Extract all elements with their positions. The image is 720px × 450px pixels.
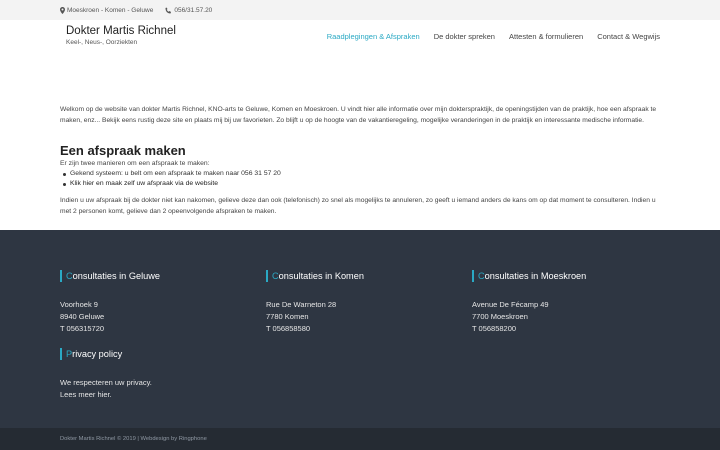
footer-komen-phone[interactable]: T 056858580 — [266, 323, 456, 335]
footer-komen-city: 7780 Komen — [266, 312, 309, 321]
location-info: Moeskroen - Komen - Geluwe — [60, 6, 154, 14]
top-bar: Moeskroen - Komen - Geluwe 056/31.57.20 — [0, 0, 720, 20]
phone-text[interactable]: 056/31.57.20 — [174, 7, 212, 14]
footer-privacy-text: We respecteren uw privacy. — [60, 378, 152, 387]
footer-moeskroen-heading: Consultaties in Moeskroen — [472, 270, 662, 282]
footer-privacy: Privacy policy We respecteren uw privacy… — [60, 348, 250, 401]
cancellation-note: Indien u uw afspraak bij de dokter niet … — [60, 197, 656, 215]
appointment-subheading: Er zijn twee manieren om een afspraak te… — [60, 160, 210, 167]
footer-komen-street: Rue De Warneton 28 — [266, 300, 337, 309]
footer-geluwe: Consultaties in Geluwe Voorhoek 9 8940 G… — [60, 270, 250, 335]
site-title[interactable]: Dokter Martis Richnel — [66, 25, 176, 37]
nav-item-contact[interactable]: Contact & Wegwijs — [597, 32, 660, 41]
site-footer: Consultaties in Geluwe Voorhoek 9 8940 G… — [0, 230, 720, 428]
phone-info[interactable]: 056/31.57.20 — [165, 7, 212, 14]
appointment-heading: Een afspraak maken — [60, 143, 186, 158]
map-marker-icon — [60, 6, 65, 14]
main-nav: Raadplegingen & Afspraken De dokter spre… — [327, 32, 660, 41]
copyright-bar: Dokter Martis Richnel © 2019 | Webdesign… — [0, 428, 720, 450]
footer-privacy-link[interactable]: Lees meer hier. — [60, 389, 250, 401]
footer-privacy-heading: Privacy policy — [60, 348, 250, 360]
main-content: Welkom op de website van dokter Martis R… — [0, 52, 720, 230]
intro-paragraph: Welkom op de website van dokter Martis R… — [60, 106, 657, 124]
footer-moeskroen-phone[interactable]: T 056858200 — [472, 323, 662, 335]
footer-geluwe-city: 8940 Geluwe — [60, 312, 105, 321]
appointment-options-list: Gekend systeem: u belt om een afspraak t… — [60, 169, 660, 189]
footer-geluwe-heading: Consultaties in Geluwe — [60, 270, 250, 282]
site-header: Dokter Martis Richnel Keel-, Neus-, Oorz… — [0, 20, 720, 52]
list-item-phone-option: Gekend systeem: u belt om een afspraak t… — [63, 169, 660, 179]
footer-moeskroen: Consultaties in Moeskroen Avenue De Féca… — [472, 270, 662, 335]
site-tagline: Keel-, Neus-, Oorziekten — [66, 39, 138, 46]
footer-geluwe-street: Voorhoek 9 — [60, 300, 98, 309]
online-appointment-link[interactable]: Klik hier en maak zelf uw afspraak via d… — [63, 179, 660, 189]
location-text: Moeskroen - Komen - Geluwe — [67, 6, 154, 14]
footer-moeskroen-city: 7700 Moeskroen — [472, 312, 528, 321]
footer-komen-heading: Consultaties in Komen — [266, 270, 456, 282]
nav-item-dokter-spreken[interactable]: De dokter spreken — [434, 32, 495, 41]
nav-item-raadplegingen[interactable]: Raadplegingen & Afspraken — [327, 32, 420, 41]
nav-item-attesten[interactable]: Attesten & formulieren — [509, 32, 583, 41]
phone-icon — [165, 7, 172, 14]
site-brand[interactable]: Dokter Martis Richnel Keel-, Neus-, Oorz… — [66, 25, 176, 47]
footer-moeskroen-street: Avenue De Fécamp 49 — [472, 300, 549, 309]
copyright-text: Dokter Martis Richnel © 2019 | Webdesign… — [60, 436, 207, 442]
footer-komen: Consultaties in Komen Rue De Warneton 28… — [266, 270, 456, 335]
footer-geluwe-phone[interactable]: T 056315720 — [60, 323, 250, 335]
